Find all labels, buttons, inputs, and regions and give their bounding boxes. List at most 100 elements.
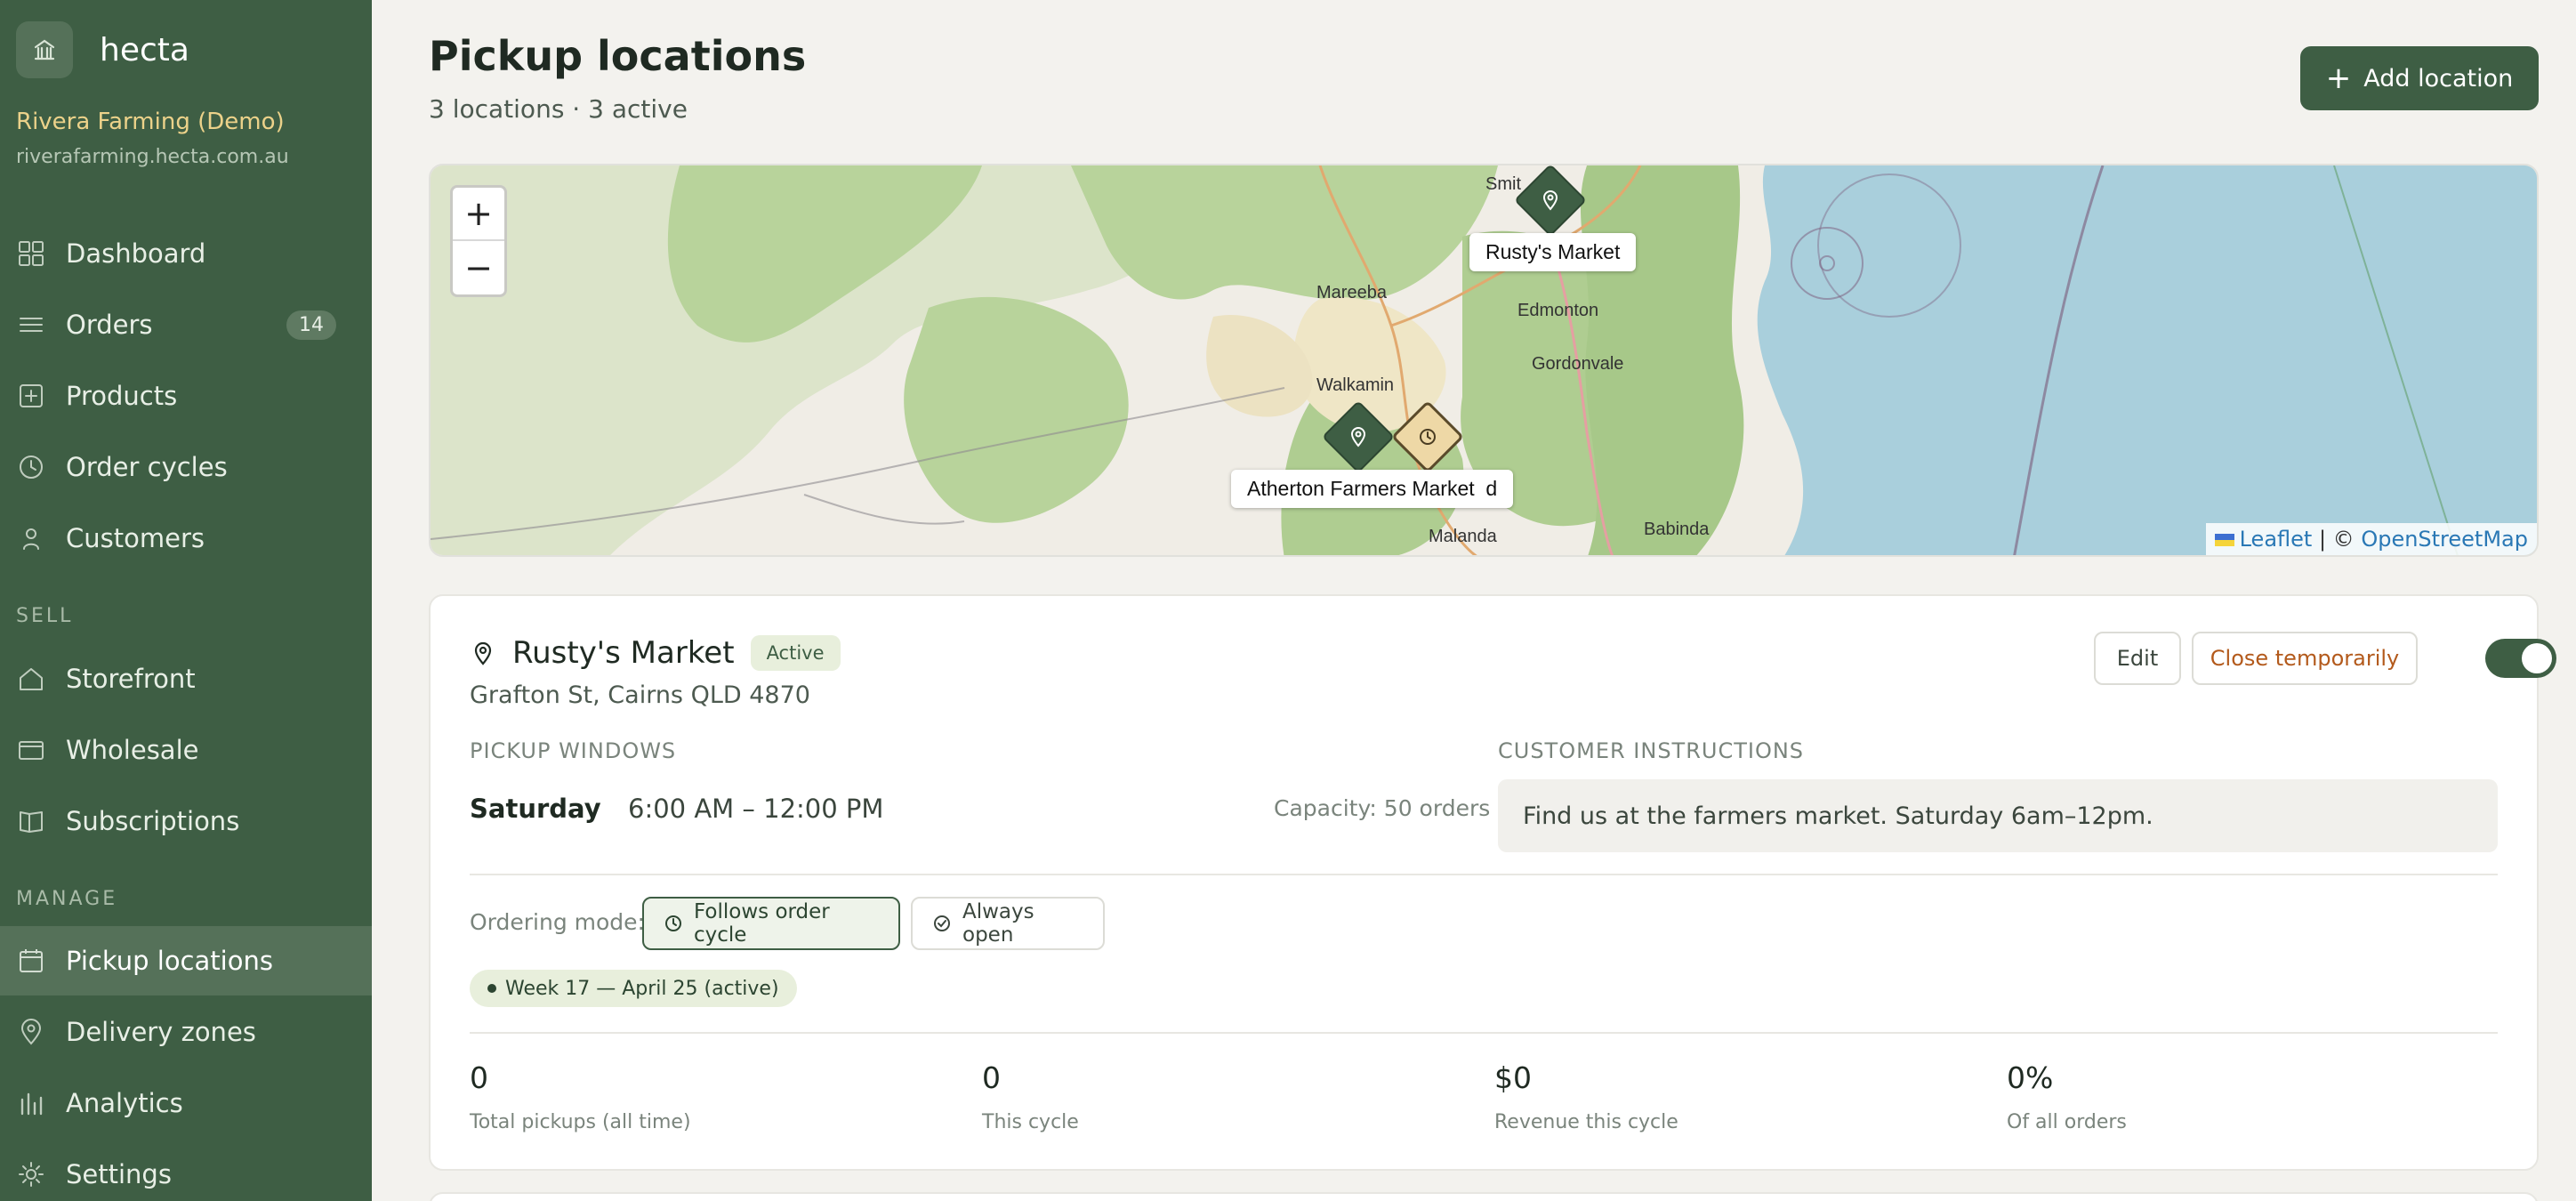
sidebar-item-storefront[interactable]: Storefront — [0, 644, 372, 713]
sidebar-item-label: Order cycles — [66, 452, 228, 482]
orders-count-badge: 14 — [286, 310, 336, 340]
stat-label: Of all orders — [2007, 1111, 2127, 1133]
map-attribution: Leaflet | © OpenStreetMap — [2205, 523, 2537, 555]
page-subtitle: 3 locations · 3 active — [429, 94, 688, 124]
stat-label: Total pickups (all time) — [470, 1111, 691, 1133]
clock-icon — [1420, 429, 1436, 445]
zoom-in-button[interactable]: + — [453, 188, 504, 241]
map-place-label: Babinda — [1644, 520, 1710, 539]
location-header: Rusty's Market Active — [470, 635, 841, 671]
sidebar-item-label: Dashboard — [66, 238, 206, 269]
stat-value: 0 — [982, 1060, 1001, 1095]
map-place-label: Walkamin — [1316, 375, 1395, 395]
stat-revenue: $0 Revenue this cycle — [1494, 1060, 1678, 1133]
user-icon — [16, 523, 46, 553]
toggle-knob — [2522, 643, 2552, 673]
customer-instructions-label: CUSTOMER INSTRUCTIONS — [1498, 738, 1805, 763]
pin-icon — [1350, 427, 1366, 447]
flag-icon — [2214, 534, 2234, 546]
stat-label: Revenue this cycle — [1494, 1111, 1678, 1133]
sidebar-item-label: Pickup locations — [66, 946, 273, 976]
book-icon — [16, 806, 46, 836]
always-open-button[interactable]: Always open — [911, 897, 1105, 950]
always-open-label: Always open — [962, 900, 1034, 947]
sidebar-item-subscriptions[interactable]: Subscriptions — [0, 786, 372, 856]
sidebar-item-label: Analytics — [66, 1088, 183, 1118]
pickup-windows-label: PICKUP WINDOWS — [470, 738, 677, 763]
sidebar-item-analytics[interactable]: Analytics — [0, 1068, 372, 1138]
location-card: Rusty's Market Active Grafton St, Cairns… — [429, 594, 2556, 1171]
zoom-control: + − — [450, 185, 507, 297]
clock-icon — [664, 914, 683, 933]
plus-square-icon — [16, 381, 46, 411]
follows-order-cycle-label: Follows order cycle — [694, 900, 830, 947]
sidebar-item-order-cycles[interactable]: Order cycles — [0, 432, 372, 502]
window-day: Saturday — [470, 794, 601, 824]
sidebar-item-orders[interactable]: Orders 14 — [0, 290, 372, 359]
next-location-card — [429, 1192, 2539, 1201]
location-address: Grafton St, Cairns QLD 4870 — [470, 681, 810, 709]
section-label-manage: MANAGE — [16, 888, 118, 910]
calendar-icon — [16, 946, 46, 976]
zoom-out-button[interactable]: − — [453, 241, 504, 294]
map-place-label: Mareeba — [1316, 283, 1387, 302]
sidebar-item-label: Wholesale — [66, 735, 199, 765]
page-title: Pickup locations — [429, 32, 807, 80]
sidebar-item-dashboard[interactable]: Dashboard — [0, 219, 372, 288]
divider — [470, 1032, 2498, 1034]
pin-icon — [16, 1017, 46, 1047]
pin-icon — [474, 641, 492, 665]
add-location-label: Add location — [2363, 64, 2514, 93]
map-marker-label-text: Atherton Farmers Market — [1247, 477, 1475, 500]
sidebar-item-label: Delivery zones — [66, 1017, 256, 1047]
add-location-button[interactable]: + Add location — [2300, 46, 2539, 110]
map-marker-label: Atherton Farmers Market d — [1231, 470, 1514, 508]
brand[interactable]: hecta — [0, 0, 372, 78]
map-place-label: Gordonvale — [1532, 354, 1624, 374]
attribution-separator: | © — [2312, 527, 2362, 552]
list-icon — [16, 310, 46, 340]
leaflet-link[interactable]: Leaflet — [2240, 527, 2313, 552]
close-temporarily-button[interactable]: Close temporarily — [2192, 632, 2418, 685]
customer-instructions: Find us at the farmers market. Saturday … — [1498, 779, 2498, 852]
sidebar-item-customers[interactable]: Customers — [0, 504, 372, 573]
follows-order-cycle-button[interactable]: Follows order cycle — [642, 897, 900, 950]
grid-icon — [16, 238, 46, 269]
dot-icon — [487, 984, 496, 993]
sun-gear-icon — [16, 1159, 46, 1189]
map-place-label: Edmonton — [1517, 301, 1599, 320]
map-marker-label: Rusty's Market — [1469, 233, 1637, 271]
stat-value: 0 — [470, 1060, 488, 1095]
clock-icon — [16, 452, 46, 482]
main-content: Pickup locations 3 locations · 3 active … — [372, 0, 2576, 1201]
org-name: Rivera Farming (Demo) — [16, 109, 285, 135]
map-place-label: Malanda — [1429, 527, 1497, 546]
window-capacity: Capacity: 50 orders — [1274, 795, 1491, 821]
sidebar-item-label: Subscriptions — [66, 806, 240, 836]
pin-icon — [1542, 190, 1558, 211]
sidebar-item-label: Orders — [66, 310, 153, 340]
stat-value: $0 — [1494, 1060, 1532, 1095]
sidebar-item-pickup-locations[interactable]: Pickup locations — [0, 926, 372, 995]
card-icon — [16, 735, 46, 765]
stat-value: 0% — [2007, 1060, 2054, 1095]
edit-button[interactable]: Edit — [2094, 632, 2181, 685]
locations-map[interactable]: + − Smit Mareeba Edmonton Gordonvale Wal… — [429, 164, 2539, 557]
openstreetmap-link[interactable]: OpenStreetMap — [2361, 527, 2528, 552]
stat-this-cycle: 0 This cycle — [982, 1060, 1079, 1133]
ordering-mode-label: Ordering mode: — [470, 909, 645, 935]
window-time: 6:00 AM – 12:00 PM — [628, 794, 884, 824]
sidebar-item-wholesale[interactable]: Wholesale — [0, 715, 372, 785]
hecta-logo-icon — [16, 21, 73, 78]
active-cycle-pill: Week 17 — April 25 (active) — [470, 970, 797, 1007]
status-badge: Active — [750, 635, 841, 671]
section-label-sell: SELL — [16, 605, 74, 627]
sidebar-item-label: Settings — [66, 1159, 172, 1189]
sidebar-item-settings[interactable]: Settings — [0, 1140, 372, 1201]
org-switcher[interactable]: Rivera Farming (Demo) riverafarming.hect… — [0, 78, 372, 168]
active-toggle[interactable] — [2485, 639, 2556, 678]
stat-share-of-orders: 0% Of all orders — [2007, 1060, 2127, 1133]
sidebar-item-products[interactable]: Products — [0, 361, 372, 431]
sidebar-item-delivery-zones[interactable]: Delivery zones — [0, 997, 372, 1067]
map-marker-label-overlap: d — [1485, 477, 1498, 500]
